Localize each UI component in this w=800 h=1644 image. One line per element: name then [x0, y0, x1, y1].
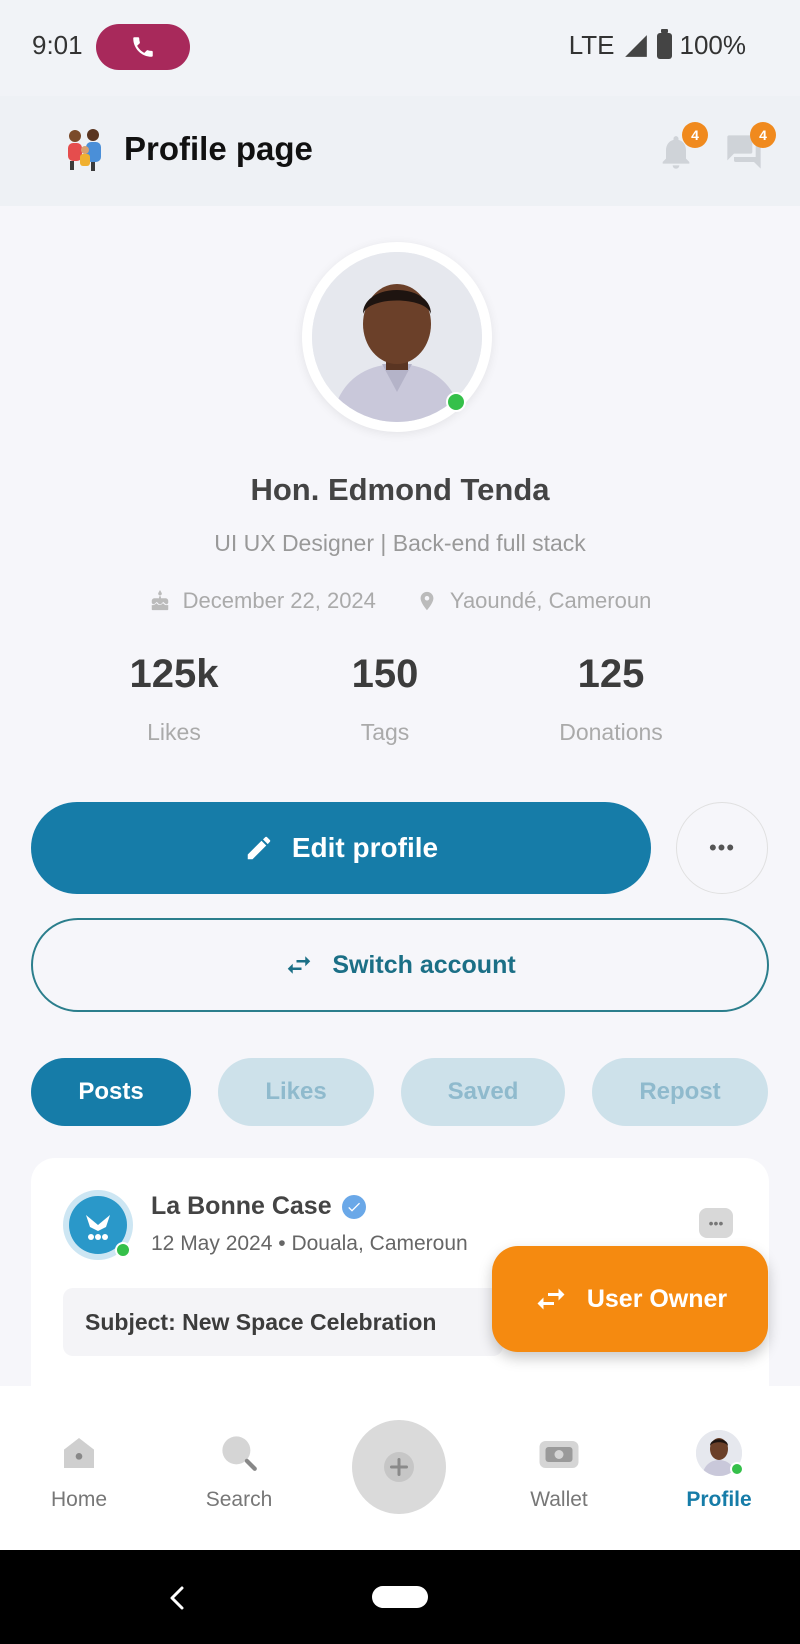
- ongoing-call-pill[interactable]: [96, 24, 190, 70]
- stat-value: 125: [577, 652, 645, 696]
- post-more-button[interactable]: •••: [699, 1208, 733, 1238]
- notifications-badge: 4: [682, 122, 708, 148]
- nav-label: Home: [50, 1488, 108, 1511]
- profile-avatar[interactable]: [302, 242, 492, 432]
- stat-likes[interactable]: 125k Likes: [74, 652, 274, 746]
- network-type: LTE: [568, 30, 615, 60]
- nav-label: Wallet: [530, 1488, 588, 1511]
- home-gesture-pill[interactable]: [372, 1586, 428, 1608]
- tab-saved[interactable]: Saved: [401, 1058, 565, 1126]
- switch-account-button[interactable]: Switch account: [31, 918, 769, 1012]
- app-header: Profile page 4 4: [0, 96, 800, 206]
- post-author[interactable]: La Bonne Case: [151, 1192, 366, 1221]
- nav-label: Search: [205, 1488, 273, 1511]
- switch-account-label: Switch account: [332, 950, 516, 979]
- nav-wallet[interactable]: Wallet: [494, 1386, 624, 1550]
- notifications-button[interactable]: 4: [656, 122, 708, 172]
- tab-repost[interactable]: Repost: [592, 1058, 768, 1126]
- messages-button[interactable]: 4: [724, 122, 776, 172]
- stat-value: 150: [351, 652, 419, 696]
- online-status-dot: [446, 392, 466, 412]
- post-subject: Subject: New Space Celebration: [63, 1288, 503, 1356]
- profile-meta: December 22, 2024 Yaoundé, Cameroun: [0, 588, 800, 614]
- nav-home[interactable]: Home: [14, 1386, 144, 1550]
- nav-search[interactable]: Search: [174, 1386, 304, 1550]
- profile-avatar-icon: [696, 1430, 744, 1476]
- home-icon: [56, 1430, 102, 1476]
- post-author-name: La Bonne Case: [151, 1192, 332, 1220]
- wallet-icon: [536, 1430, 582, 1476]
- swap-arrows-icon: [537, 1288, 565, 1310]
- user-owner-fab[interactable]: User Owner: [492, 1246, 768, 1352]
- stat-tags[interactable]: 150 Tags: [285, 652, 485, 746]
- battery-level: 100%: [679, 30, 747, 60]
- location-pin-icon: [420, 591, 434, 611]
- tab-posts[interactable]: Posts: [31, 1058, 191, 1126]
- family-logo-icon: [68, 129, 101, 171]
- location-info: Yaoundé, Cameroun: [416, 588, 651, 614]
- pencil-icon: [247, 836, 271, 860]
- location-text: Yaoundé, Cameroun: [449, 588, 652, 613]
- nav-profile[interactable]: Profile: [654, 1386, 784, 1550]
- edit-profile-button[interactable]: Edit profile: [31, 802, 651, 894]
- back-icon[interactable]: [162, 1578, 192, 1618]
- battery-icon: [656, 28, 672, 59]
- more-options-button[interactable]: •••: [676, 802, 768, 894]
- swap-arrows-icon: [288, 956, 311, 974]
- system-navigation-bar: [0, 1550, 800, 1644]
- stat-value: 125k: [129, 652, 219, 696]
- post-meta: 12 May 2024 • Douala, Cameroun: [151, 1232, 468, 1255]
- stat-label: Likes: [147, 719, 201, 745]
- verified-badge-icon: [341, 1194, 366, 1219]
- add-icon: [384, 1452, 414, 1482]
- phone-icon: [133, 37, 153, 57]
- messages-badge: 4: [750, 122, 776, 148]
- birthday-text: December 22, 2024: [182, 588, 376, 613]
- signal-icon: [624, 34, 647, 57]
- more-dots-icon: •••: [708, 835, 736, 860]
- add-post-button[interactable]: [352, 1420, 446, 1514]
- search-icon: [216, 1430, 262, 1476]
- online-status-dot: [730, 1462, 744, 1476]
- profile-name: Hon. Edmond Tenda: [250, 472, 550, 507]
- status-bar: 9:01 LTE 100%: [0, 0, 800, 96]
- profile-bio: UI UX Designer | Back-end full stack: [214, 530, 586, 556]
- tab-likes[interactable]: Likes: [218, 1058, 374, 1126]
- edit-profile-label: Edit profile: [291, 832, 439, 863]
- birthday-info: December 22, 2024: [149, 588, 376, 614]
- cake-icon: [151, 590, 168, 611]
- online-status-dot: [115, 1242, 131, 1258]
- status-indicators: LTE 100%: [568, 28, 747, 61]
- post-author-avatar[interactable]: [63, 1190, 133, 1260]
- stat-label: Donations: [559, 719, 663, 745]
- stat-donations[interactable]: 125 Donations: [511, 652, 711, 746]
- user-owner-label: User Owner: [586, 1284, 728, 1313]
- status-time: 9:01: [32, 30, 83, 60]
- stat-label: Tags: [360, 719, 410, 745]
- nav-label: Profile: [686, 1488, 752, 1511]
- bottom-navigation: Home Search Wallet Profile: [0, 1386, 800, 1550]
- page-title: Profile page: [124, 130, 313, 167]
